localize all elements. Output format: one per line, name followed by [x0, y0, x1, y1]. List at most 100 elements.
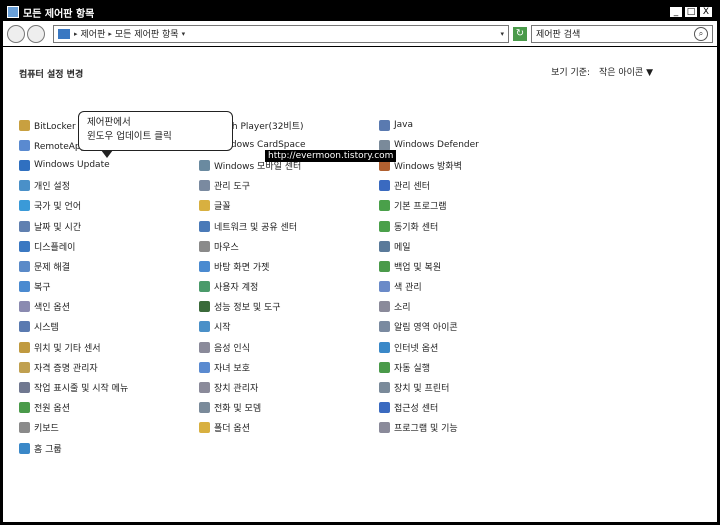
control-panel-icon — [58, 28, 70, 39]
item-label: 관리 도구 — [214, 182, 250, 193]
control-panel-item[interactable]: Java — [379, 115, 479, 135]
search-icon[interactable]: ⌕ — [694, 26, 708, 41]
watermark: http://evermoon.tistory.com — [265, 150, 397, 162]
control-panel-item[interactable]: 홈 그룹 — [19, 438, 153, 458]
control-panel-item[interactable]: 폴더 옵션 — [199, 418, 306, 438]
minimize-button[interactable]: _ — [669, 6, 683, 18]
control-panel-item[interactable]: 자동 실행 — [379, 357, 479, 377]
control-panel-item[interactable]: 네트워크 및 공유 센터 — [199, 216, 306, 236]
item-label: 네트워크 및 공유 센터 — [214, 222, 298, 233]
control-panel-item[interactable]: 자녀 보호 — [199, 357, 306, 377]
item-icon — [199, 260, 210, 272]
item-icon — [379, 382, 390, 394]
control-panel-item[interactable]: 국가 및 언어 — [19, 196, 153, 216]
chevron-right-icon[interactable]: ▸ — [74, 30, 78, 38]
item-icon — [19, 321, 30, 333]
item-icon — [379, 402, 390, 414]
item-label: Java — [394, 120, 414, 131]
control-panel-item[interactable]: 디스플레이 — [19, 236, 153, 256]
annotation-callout: 제어판에서 윈도우 업데이트 클릭 — [78, 111, 233, 158]
address-dropdown-icon[interactable]: ▾ — [500, 30, 504, 38]
breadcrumb-all-items[interactable]: 모든 제어판 항목 — [115, 27, 179, 40]
control-panel-item[interactable]: 글꼴 — [199, 196, 306, 216]
item-label: Windows 방화벽 — [394, 161, 462, 172]
control-panel-item[interactable]: 사용자 계정 — [199, 277, 306, 297]
item-label: 백업 및 복원 — [394, 262, 442, 273]
control-panel-item[interactable]: 소리 — [379, 297, 479, 317]
control-panel-item[interactable]: 전원 옵션 — [19, 398, 153, 418]
main-content: 컴퓨터 설정 변경 보기 기준: 작은 아이콘 ▼ BitLocker 드 Rem… — [3, 47, 717, 522]
item-icon — [19, 200, 30, 212]
item-label: 전원 옵션 — [34, 404, 70, 415]
control-panel-item[interactable]: 위치 및 기타 센서 — [19, 337, 153, 357]
item-icon — [379, 119, 390, 131]
breadcrumb-control-panel[interactable]: 제어판 — [81, 27, 106, 40]
control-panel-item[interactable]: 성능 정보 및 도구 — [199, 297, 306, 317]
control-panel-item[interactable]: 장치 및 프린터 — [379, 377, 479, 397]
control-panel-item[interactable]: 메일 — [379, 236, 479, 256]
callout-line-2: 윈도우 업데이트 클릭 — [87, 131, 172, 142]
control-panel-item[interactable]: 알림 영역 아이콘 — [379, 317, 479, 337]
control-panel-item[interactable]: 키보드 — [19, 418, 153, 438]
control-panel-item[interactable]: 작업 표시줄 및 시작 메뉴 — [19, 377, 153, 397]
item-label: 마우스 — [214, 242, 239, 253]
control-panel-item[interactable]: 복구 — [19, 277, 153, 297]
control-panel-item[interactable]: 장치 관리자 — [199, 377, 306, 397]
control-panel-item[interactable]: Windows Update — [19, 155, 153, 175]
chevron-down-icon[interactable]: ▾ — [182, 30, 186, 38]
control-panel-item[interactable]: 마우스 — [199, 236, 306, 256]
item-icon — [19, 402, 30, 414]
item-label: 사용자 계정 — [214, 283, 259, 294]
item-label: 자격 증명 관리자 — [34, 363, 98, 374]
control-panel-item[interactable]: 백업 및 복원 — [379, 256, 479, 276]
control-panel-item[interactable]: 관리 센터 — [379, 176, 479, 196]
item-label: 위치 및 기타 센서 — [34, 343, 101, 354]
item-icon — [199, 240, 210, 252]
item-label: 메일 — [394, 242, 411, 253]
items-column-3: Java Windows Defender Windows 방화벽 관리 센터 기본 프… — [379, 115, 479, 438]
address-bar[interactable]: ▸ 제어판 ▸ 모든 제어판 항목 ▾ ▾ — [53, 24, 509, 43]
refresh-button[interactable]: ↻ — [513, 26, 527, 41]
item-icon — [19, 382, 30, 394]
item-label: 폴더 옵션 — [214, 424, 250, 435]
control-panel-item[interactable]: 날짜 및 시간 — [19, 216, 153, 236]
control-panel-item[interactable]: 바탕 화면 가젯 — [199, 256, 306, 276]
search-input[interactable]: 제어판 검색 ⌕ — [531, 24, 713, 43]
item-icon — [19, 442, 30, 454]
control-panel-item[interactable]: 인터넷 옵션 — [379, 337, 479, 357]
control-panel-item[interactable]: 관리 도구 — [199, 176, 306, 196]
control-panel-item[interactable]: 프로그램 및 기능 — [379, 418, 479, 438]
search-placeholder: 제어판 검색 — [536, 30, 581, 40]
close-button[interactable]: X — [699, 6, 713, 18]
control-panel-item[interactable]: 색 관리 — [379, 277, 479, 297]
item-icon — [19, 341, 30, 353]
control-panel-item[interactable]: 동기화 센터 — [379, 216, 479, 236]
control-panel-item[interactable]: 색인 옵션 — [19, 297, 153, 317]
control-panel-item[interactable]: 전화 및 모뎀 — [199, 398, 306, 418]
control-panel-item[interactable]: 자격 증명 관리자 — [19, 357, 153, 377]
chevron-right-icon[interactable]: ▸ — [108, 30, 112, 38]
control-panel-item[interactable]: 시작 — [199, 317, 306, 337]
item-label: 색인 옵션 — [34, 303, 70, 314]
control-panel-item[interactable]: 음성 인식 — [199, 337, 306, 357]
item-icon — [199, 382, 210, 394]
item-icon — [19, 281, 30, 293]
control-panel-item[interactable]: 문제 해결 — [19, 256, 153, 276]
control-panel-item[interactable]: 기본 프로그램 — [379, 196, 479, 216]
item-icon — [199, 200, 210, 212]
view-by-select[interactable]: 작은 아이콘 ▼ — [599, 68, 653, 78]
maximize-button[interactable]: □ — [684, 6, 698, 18]
forward-button[interactable] — [27, 24, 45, 43]
back-button[interactable] — [7, 24, 25, 43]
control-panel-item[interactable]: 개인 설정 — [19, 176, 153, 196]
item-icon — [19, 139, 30, 151]
item-icon — [19, 260, 30, 272]
item-label: 동기화 센터 — [394, 222, 439, 233]
control-panel-item[interactable]: 접근성 센터 — [379, 398, 479, 418]
item-label: 작업 표시줄 및 시작 메뉴 — [34, 384, 129, 395]
view-by-label: 보기 기준: — [551, 68, 591, 78]
item-icon — [379, 341, 390, 353]
item-label: 장치 및 프린터 — [394, 384, 450, 395]
item-label: 소리 — [394, 303, 411, 314]
control-panel-item[interactable]: 시스템 — [19, 317, 153, 337]
